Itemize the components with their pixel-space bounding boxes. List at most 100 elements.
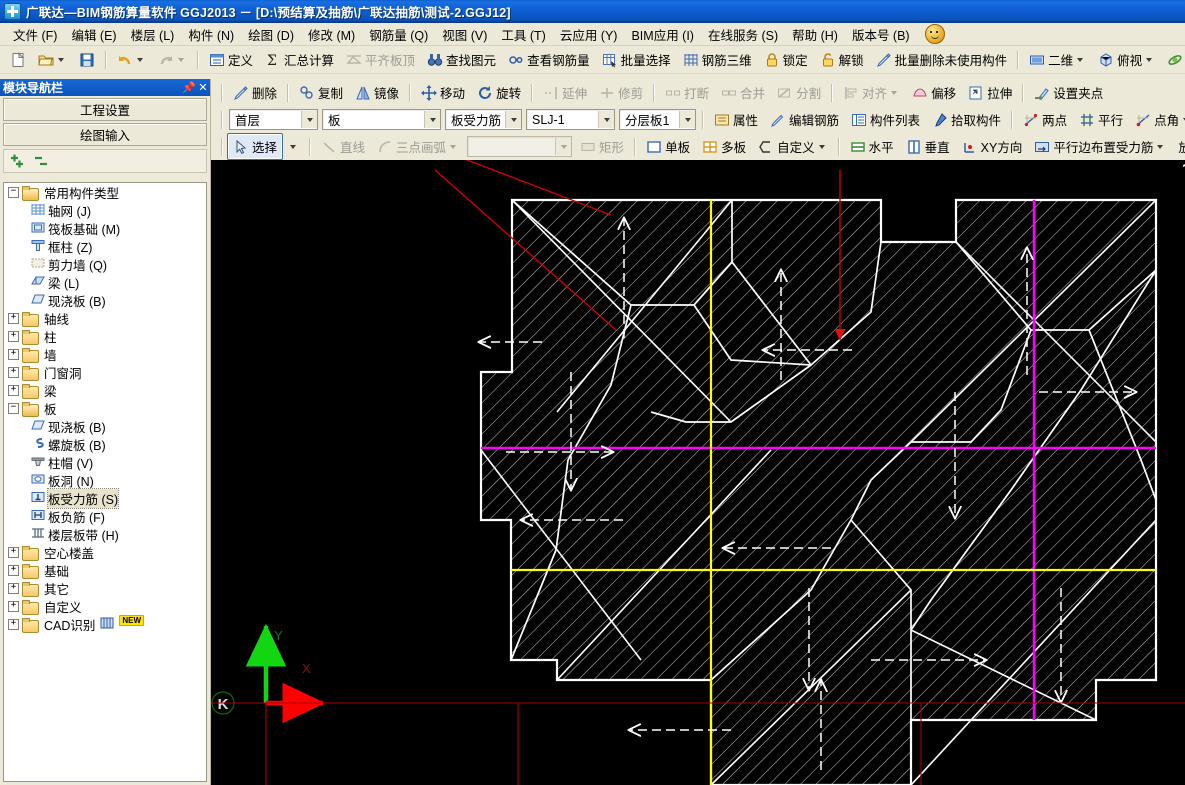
parallel-axis-button[interactable]: 平行 [1073, 106, 1129, 133]
menu-item-component[interactable]: 构件 (N) [181, 22, 241, 47]
member-selector[interactable]: SLJ-1 [526, 109, 615, 130]
tree-folder-axis-lines[interactable]: + 轴线 [4, 309, 206, 327]
close-icon[interactable]: ✕ [196, 81, 210, 95]
menu-item-modify[interactable]: 修改 (M) [301, 22, 362, 47]
tree-folder-columns[interactable]: + 柱 [4, 327, 206, 345]
tree-item-floor-band[interactable]: 楼层板带 (H) [4, 525, 206, 543]
tree-item-raft-foundation[interactable]: 筏板基础 (M) [4, 219, 206, 237]
trim-button[interactable]: 修剪 [593, 79, 649, 106]
expand-toggle-icon[interactable]: + [8, 366, 19, 378]
undo-button[interactable] [111, 46, 152, 73]
component-kind-selector[interactable]: 板受力筋 [445, 109, 522, 130]
edit-rebar-button[interactable]: 编辑钢筋 [764, 106, 845, 133]
expand-toggle-icon[interactable]: + [8, 330, 19, 342]
menu-item-online[interactable]: 在线服务 (S) [701, 22, 785, 47]
chevron-down-icon[interactable] [818, 144, 825, 149]
line-tool-button[interactable]: 直线 [315, 133, 371, 160]
rectangle-tool-button[interactable]: 矩形 [574, 133, 630, 160]
multi-slab-button[interactable]: 多板 [696, 133, 752, 160]
chevron-down-icon[interactable] [58, 57, 64, 62]
component-tree[interactable]: − 常用构件类型 轴网 (J) 筏板基础 (M) 框柱 (Z) 剪力墙 (Q) [3, 182, 207, 782]
expand-toggle-icon[interactable]: + [8, 618, 19, 630]
chevron-down-icon[interactable] [505, 111, 521, 128]
batch-delete-unused-button[interactable]: 批量删除未使用构件 [870, 46, 1014, 73]
top-view-button[interactable]: 俯视 [1092, 46, 1161, 73]
collapse-all-icon[interactable] [33, 153, 49, 169]
custom-shape-button[interactable]: 自定义 [752, 133, 834, 160]
select-tool-button[interactable]: 选择 [227, 133, 284, 160]
lock-button[interactable]: 锁定 [758, 46, 814, 73]
tree-item-beam[interactable]: 梁 (L) [4, 273, 206, 291]
chevron-down-icon[interactable] [598, 111, 614, 128]
chevron-down-icon[interactable] [555, 138, 572, 155]
xy-direction-button[interactable]: XY方向 [956, 133, 1029, 160]
pick-component-button[interactable]: 拾取构件 [926, 106, 1007, 133]
menu-item-file[interactable]: 文件 (F) [6, 22, 64, 47]
view-rebar-qty-button[interactable]: 查看钢筋量 [502, 46, 596, 73]
tree-item-slab-main-rebar[interactable]: 板受力筋 (S) [4, 487, 206, 509]
align-slab-top-button[interactable]: 平齐板顶 [340, 46, 421, 73]
two-d-view-button[interactable]: 二维 [1023, 46, 1092, 73]
layer-selector[interactable]: 分层板1 [619, 109, 696, 130]
component-type-selector[interactable]: 板 [322, 109, 441, 130]
chevron-down-icon[interactable] [1077, 57, 1084, 62]
chevron-down-icon[interactable] [290, 144, 297, 149]
extend-button[interactable]: 延伸 [537, 79, 593, 106]
tree-folder-beams[interactable]: + 梁 [4, 381, 206, 399]
menu-item-tools[interactable]: 工具 (T) [494, 22, 552, 47]
expand-toggle-icon[interactable]: + [8, 564, 19, 576]
chevron-down-icon[interactable] [424, 111, 440, 128]
tree-folder-hollow-floor[interactable]: + 空心楼盖 [4, 543, 206, 561]
collapse-toggle-icon[interactable]: − [8, 402, 19, 414]
chevron-down-icon[interactable] [679, 111, 695, 128]
three-point-arc-button[interactable]: 三点画弧 [371, 133, 465, 160]
delete-button[interactable]: 删除 [227, 79, 283, 106]
chevron-down-icon[interactable] [178, 57, 184, 62]
radial-rebar-button[interactable]: 放射筋 [1172, 133, 1185, 160]
tree-item-shear-wall[interactable]: 剪力墙 (Q) [4, 255, 206, 273]
expand-toggle-icon[interactable]: + [8, 600, 19, 612]
tree-folder-common-types[interactable]: − 常用构件类型 [4, 183, 206, 201]
tree-item-slab-hole[interactable]: 板洞 (N) [4, 471, 206, 489]
chevron-down-icon[interactable] [891, 90, 898, 95]
chevron-down-icon[interactable] [450, 144, 457, 149]
redo-button[interactable] [152, 46, 193, 73]
menu-item-draw[interactable]: 绘图 (D) [241, 22, 301, 47]
smiley-face-icon[interactable] [924, 24, 945, 44]
component-list-button[interactable]: 构件列表 [845, 106, 926, 133]
rebar-3d-button[interactable]: 钢筋三维 [677, 46, 758, 73]
unlock-button[interactable]: 解锁 [814, 46, 870, 73]
chevron-down-icon[interactable] [1157, 144, 1164, 149]
menu-item-rebar-qty[interactable]: 钢筋量 (Q) [362, 22, 435, 47]
find-element-button[interactable]: 查找图元 [421, 46, 502, 73]
stretch-button[interactable]: 拉伸 [962, 79, 1018, 106]
collapse-toggle-icon[interactable]: − [8, 186, 19, 198]
save-button[interactable] [73, 46, 101, 73]
tree-item-spiral-slab[interactable]: 螺旋板 (B) [4, 435, 206, 453]
tab-project-settings[interactable]: 工程设置 [3, 98, 207, 121]
floor-selector[interactable]: 首层 [229, 109, 318, 130]
open-file-button[interactable] [32, 46, 73, 73]
menu-item-version[interactable]: 版本号 (B) [845, 22, 917, 47]
chevron-down-icon[interactable] [301, 111, 317, 128]
tree-folder-foundation[interactable]: + 基础 [4, 561, 206, 579]
menu-item-edit[interactable]: 编辑 (E) [64, 22, 123, 47]
tree-item-slab-negative-rebar[interactable]: 板负筋 (F) [4, 507, 206, 525]
dynamic-orbit-button[interactable]: 动态观察 [1161, 46, 1185, 73]
merge-button[interactable]: 合并 [715, 79, 771, 106]
point-angle-axis-button[interactable]: 点角 [1129, 106, 1185, 133]
tree-folder-others[interactable]: + 其它 [4, 579, 206, 597]
vertical-rebar-button[interactable]: 垂直 [900, 133, 956, 160]
break-button[interactable]: 打断 [659, 79, 715, 106]
batch-select-button[interactable]: 批量选择 [596, 46, 677, 73]
tree-item-cast-slab[interactable]: 现浇板 (B) [4, 417, 206, 435]
split-button[interactable]: 分割 [771, 79, 827, 106]
single-slab-button[interactable]: 单板 [640, 133, 696, 160]
copy-button[interactable]: 复制 [293, 79, 349, 106]
drawing-canvas[interactable]: Y X K [211, 160, 1185, 785]
draw-mode-combo[interactable] [467, 136, 573, 157]
tree-item-frame-column[interactable]: 框柱 (Z) [4, 237, 206, 255]
tree-folder-cad-recognition[interactable]: + CAD识别 NEW [4, 614, 206, 633]
summary-calc-button[interactable]: Σ 汇总计算 [259, 46, 340, 73]
properties-button[interactable]: 属性 [708, 106, 764, 133]
